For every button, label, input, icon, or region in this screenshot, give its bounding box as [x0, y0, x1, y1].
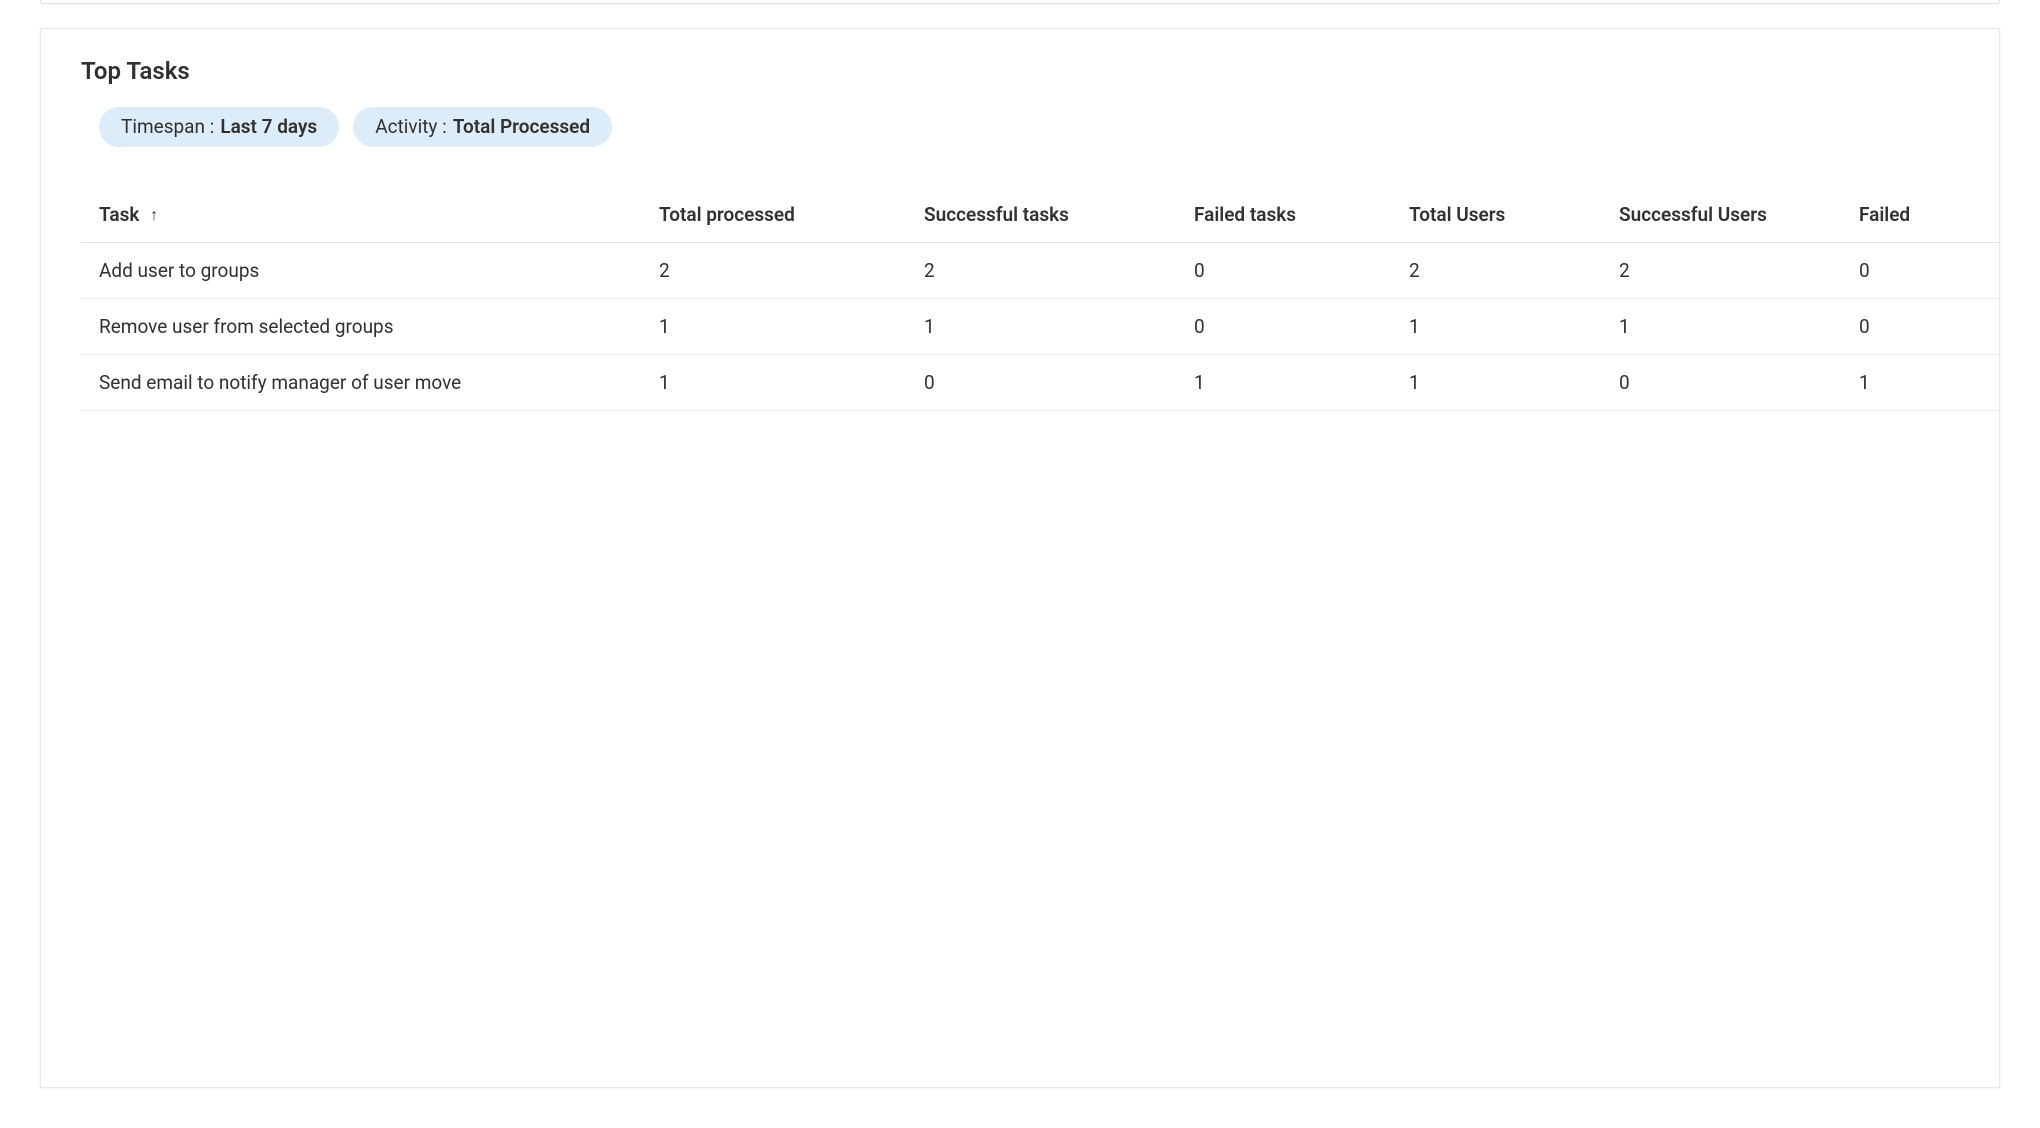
column-header-task-label: Task: [99, 203, 139, 226]
cell-task: Remove user from selected groups: [81, 299, 641, 355]
previous-card-edge: [40, 0, 2000, 4]
cell-total-users: 1: [1391, 355, 1601, 411]
cell-successful-users: 0: [1601, 355, 1841, 411]
cell-failed-tasks: 0: [1176, 243, 1391, 299]
timespan-filter-pill[interactable]: Timespan : Last 7 days: [99, 107, 339, 147]
cell-failed-users: 0: [1841, 299, 1999, 355]
top-tasks-table: Task ↑ Total processed Successful tasks …: [81, 187, 1999, 411]
timespan-filter-value: Last 7 days: [220, 115, 317, 138]
activity-filter-label: Activity :: [375, 115, 447, 138]
cell-total-processed: 1: [641, 299, 906, 355]
activity-filter-value: Total Processed: [453, 115, 590, 138]
cell-successful-users: 2: [1601, 243, 1841, 299]
column-header-failed-tasks[interactable]: Failed tasks: [1176, 187, 1391, 243]
cell-failed-tasks: 0: [1176, 299, 1391, 355]
cell-total-users: 1: [1391, 299, 1601, 355]
top-tasks-table-wrap: Task ↑ Total processed Successful tasks …: [41, 187, 1999, 411]
cell-failed-users: 1: [1841, 355, 1999, 411]
cell-task: Send email to notify manager of user mov…: [81, 355, 641, 411]
card-title: Top Tasks: [41, 57, 1999, 107]
timespan-filter-label: Timespan :: [121, 115, 214, 138]
column-header-total-processed[interactable]: Total processed: [641, 187, 906, 243]
cell-failed-users: 0: [1841, 243, 1999, 299]
cell-total-processed: 1: [641, 355, 906, 411]
table-row[interactable]: Add user to groups 2 2 0 2 2 0: [81, 243, 1999, 299]
cell-successful-tasks: 1: [906, 299, 1176, 355]
top-tasks-card: Top Tasks Timespan : Last 7 days Activit…: [40, 28, 2000, 1088]
cell-successful-tasks: 2: [906, 243, 1176, 299]
sort-ascending-icon: ↑: [150, 205, 158, 225]
filters-row: Timespan : Last 7 days Activity : Total …: [41, 107, 1999, 187]
table-row[interactable]: Send email to notify manager of user mov…: [81, 355, 1999, 411]
cell-failed-tasks: 1: [1176, 355, 1391, 411]
column-header-successful-tasks[interactable]: Successful tasks: [906, 187, 1176, 243]
table-row[interactable]: Remove user from selected groups 1 1 0 1…: [81, 299, 1999, 355]
activity-filter-pill[interactable]: Activity : Total Processed: [353, 107, 612, 147]
column-header-successful-users[interactable]: Successful Users: [1601, 187, 1841, 243]
cell-successful-users: 1: [1601, 299, 1841, 355]
cell-successful-tasks: 0: [906, 355, 1176, 411]
cell-total-users: 2: [1391, 243, 1601, 299]
column-header-failed-users[interactable]: Failed: [1841, 187, 1999, 243]
column-header-task[interactable]: Task ↑: [81, 187, 641, 243]
table-header-row: Task ↑ Total processed Successful tasks …: [81, 187, 1999, 243]
cell-total-processed: 2: [641, 243, 906, 299]
column-header-total-users[interactable]: Total Users: [1391, 187, 1601, 243]
cell-task: Add user to groups: [81, 243, 641, 299]
